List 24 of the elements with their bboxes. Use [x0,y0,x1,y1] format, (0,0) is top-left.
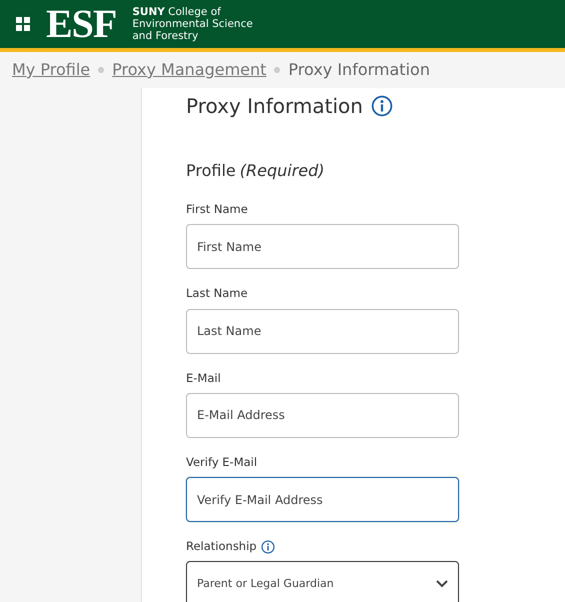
text-field[interactable]: Verify E-Mail Address [186,477,459,522]
field-label: E-Mail [186,370,221,386]
logo-subtitle: and Forestry [132,30,200,42]
logo-subtitle: SUNY College of [132,6,222,18]
section-title: Profile [186,160,236,182]
grid-icon[interactable] [16,17,30,31]
breadcrumb-link[interactable]: Proxy Management [112,58,266,82]
text-field[interactable]: Last Name [186,308,459,354]
info-icon[interactable] [260,540,275,554]
text-field[interactable]: First Name [186,224,459,270]
breadcrumb-link[interactable]: My Profile [12,58,90,82]
logo[interactable]: ESF [46,4,116,44]
field-label: Last Name [186,285,248,302]
required-note: (Required) [240,160,325,182]
relationship-dropdown[interactable]: Parent or Legal Guardian [186,561,459,602]
page-title: Proxy Information [186,93,363,120]
info-icon[interactable] [370,95,393,117]
text-field[interactable]: E-Mail Address [186,392,459,438]
field-label: Verify E-Mail [186,454,258,471]
chevron-down-icon [436,580,448,588]
field-label: Relationship [186,538,257,555]
field-label: First Name [186,201,248,218]
breadcrumb-current: Proxy Information [288,59,430,81]
logo-subtitle: Environmental Science [132,18,253,30]
